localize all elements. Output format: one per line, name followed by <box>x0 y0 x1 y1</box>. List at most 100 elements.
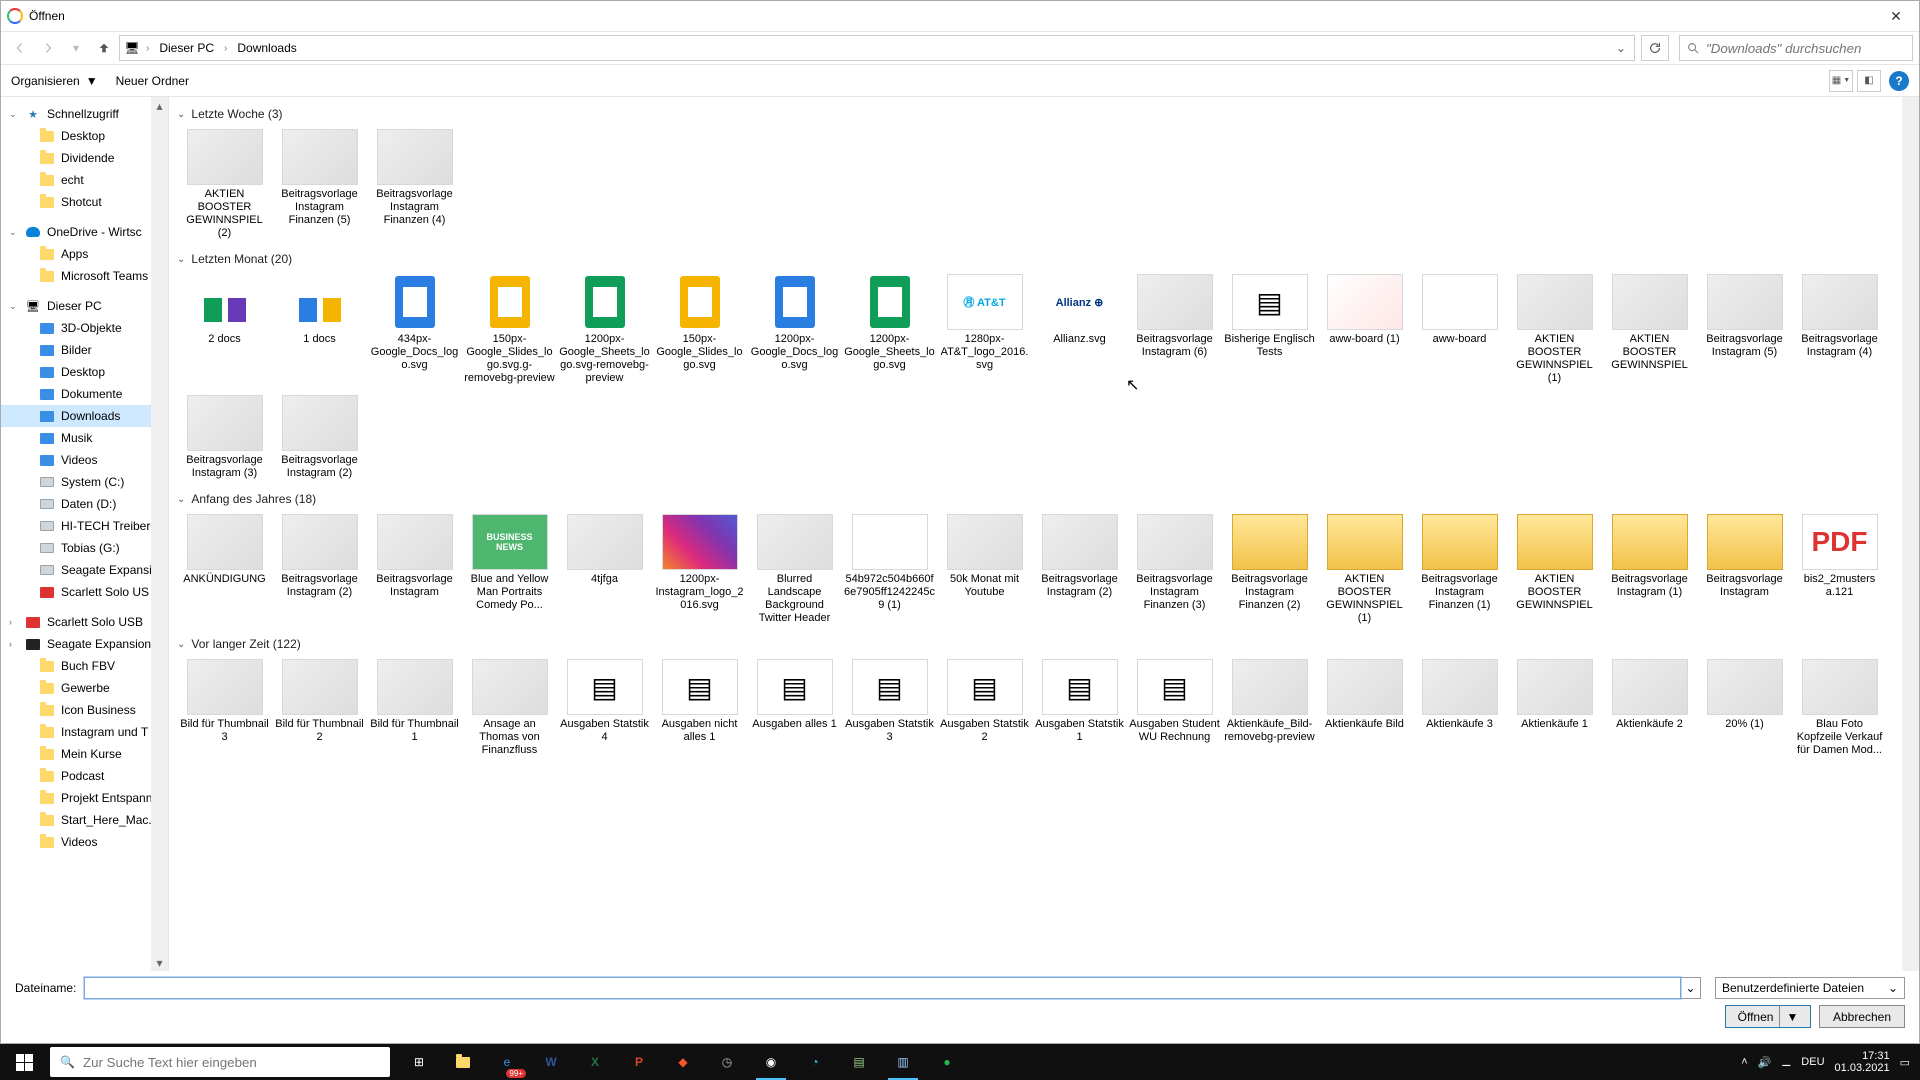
word-icon[interactable]: W <box>530 1044 572 1080</box>
sidebar-item[interactable]: Bilder <box>1 339 168 361</box>
breadcrumb-dropdown[interactable]: ⌄ <box>1608 41 1634 55</box>
edge-legacy-icon[interactable]: e99+ <box>486 1044 528 1080</box>
sidebar-item[interactable]: ›Seagate Expansion <box>1 633 168 655</box>
language-indicator[interactable]: DEU <box>1801 1056 1824 1068</box>
explorer-icon[interactable] <box>442 1044 484 1080</box>
file-item[interactable]: AKTIEN BOOSTER GEWINNSPIEL <box>1507 510 1602 631</box>
sidebar-item[interactable]: Podcast <box>1 765 168 787</box>
sidebar-item[interactable]: Daten (D:) <box>1 493 168 515</box>
file-item[interactable]: PDFbis2_2musters a.121 <box>1792 510 1887 631</box>
file-item[interactable]: ▤Ausgaben Statstik 1 <box>1032 655 1127 763</box>
file-item[interactable]: AKTIEN BOOSTER GEWINNSPIEL (2) <box>177 125 272 246</box>
up-button[interactable] <box>91 35 117 61</box>
file-item[interactable]: Allianz ⊕Allianz.svg <box>1032 270 1127 391</box>
file-item[interactable]: Beitragsvorlage Instagram Finanzen (3) <box>1127 510 1222 631</box>
file-item[interactable]: Beitragsvorlage Instagram (3) <box>177 391 272 486</box>
notifications-icon[interactable]: ▭ <box>1900 1056 1910 1069</box>
content-scrollbar[interactable] <box>1902 97 1919 971</box>
file-item[interactable]: Ansage an Thomas von Finanzfluss <box>462 655 557 763</box>
file-item[interactable]: Beitragsvorlage Instagram <box>367 510 462 631</box>
sidebar-item[interactable]: Buch FBV <box>1 655 168 677</box>
sidebar-item[interactable]: Musik <box>1 427 168 449</box>
sidebar-item[interactable]: System (C:) <box>1 471 168 493</box>
taskbar-search-input[interactable] <box>83 1055 380 1070</box>
file-item[interactable]: AKTIEN BOOSTER GEWINNSPIEL (1) <box>1317 510 1412 631</box>
file-item[interactable]: 1200px-Google_Docs_logo.svg <box>747 270 842 391</box>
file-item[interactable]: Beitragsvorlage Instagram (2) <box>272 391 367 486</box>
file-item[interactable]: Aktienkäufe Bild <box>1317 655 1412 763</box>
sidebar-item[interactable]: Projekt Entspann <box>1 787 168 809</box>
sidebar-item[interactable]: Scarlett Solo US <box>1 581 168 603</box>
file-item[interactable]: ▤Ausgaben Statstik 4 <box>557 655 652 763</box>
file-item[interactable]: Bild für Thumbnail 3 <box>177 655 272 763</box>
task-view-icon[interactable]: ⊞ <box>398 1044 440 1080</box>
crumb-downloads[interactable]: Downloads <box>233 41 300 55</box>
file-item[interactable]: AKTIEN BOOSTER GEWINNSPIEL <box>1602 270 1697 391</box>
sidebar-item[interactable]: Icon Business <box>1 699 168 721</box>
file-item[interactable]: aww-board <box>1412 270 1507 391</box>
group-header[interactable]: ⌄Letzten Monat (20) <box>177 252 1909 266</box>
file-item[interactable]: BUSINESSNEWSBlue and Yellow Man Portrait… <box>462 510 557 631</box>
sidebar-item[interactable]: echt <box>1 169 168 191</box>
file-item[interactable]: ANKÜNDIGUNG <box>177 510 272 631</box>
sidebar-item[interactable]: Desktop <box>1 125 168 147</box>
file-item[interactable]: 434px-Google_Docs_logo.svg <box>367 270 462 391</box>
sidebar-item[interactable]: Videos <box>1 449 168 471</box>
start-button[interactable] <box>0 1044 48 1080</box>
forward-button[interactable] <box>35 35 61 61</box>
sidebar-item[interactable]: Dokumente <box>1 383 168 405</box>
file-item[interactable]: ▤Ausgaben Statstik 3 <box>842 655 937 763</box>
sidebar-item[interactable]: 3D-Objekte <box>1 317 168 339</box>
file-item[interactable]: ㊊ AT&T1280px-AT&T_logo_2016.svg <box>937 270 1032 391</box>
file-item[interactable]: ▤Ausgaben Statstik 2 <box>937 655 1032 763</box>
filename-dropdown[interactable]: ⌄ <box>1681 977 1701 999</box>
open-button[interactable]: Öffnen ▼ <box>1725 1005 1811 1028</box>
tray-expand-icon[interactable]: ˄ <box>1741 1056 1747 1068</box>
file-item[interactable]: Beitragsvorlage Instagram (2) <box>272 510 367 631</box>
wifi-icon[interactable]: ⚊ <box>1781 1056 1791 1069</box>
file-item[interactable]: Beitragsvorlage Instagram Finanzen (2) <box>1222 510 1317 631</box>
breadcrumb[interactable]: 🖥 › Dieser PC › Downloads ⌄ <box>119 35 1635 61</box>
preview-pane-button[interactable]: ◧ <box>1857 70 1881 92</box>
sidebar-item[interactable]: Microsoft Teams <box>1 265 168 287</box>
file-item[interactable]: Beitragsvorlage Instagram (5) <box>1697 270 1792 391</box>
sidebar-item[interactable]: Shotcut <box>1 191 168 213</box>
file-item[interactable]: 1 docs <box>272 270 367 391</box>
group-header[interactable]: ⌄Anfang des Jahres (18) <box>177 492 1909 506</box>
search-input[interactable] <box>1706 41 1912 56</box>
sidebar-item[interactable]: ›Scarlett Solo USB <box>1 611 168 633</box>
open-split-dropdown[interactable]: ▼ <box>1779 1006 1798 1027</box>
sidebar-item[interactable]: HI-TECH Treiber <box>1 515 168 537</box>
sidebar-item[interactable]: Start_Here_Mac. <box>1 809 168 831</box>
file-item[interactable]: 20% (1) <box>1697 655 1792 763</box>
group-header[interactable]: ⌄Letzte Woche (3) <box>177 107 1909 121</box>
file-item[interactable]: Aktienkäufe 3 <box>1412 655 1507 763</box>
filename-input[interactable] <box>84 977 1681 999</box>
sidebar-onedrive[interactable]: ⌄ OneDrive - Wirtsc <box>1 221 168 243</box>
sidebar-item[interactable]: Seagate Expansi <box>1 559 168 581</box>
search-box[interactable] <box>1679 35 1913 61</box>
sidebar-item[interactable]: Mein Kurse <box>1 743 168 765</box>
file-item[interactable]: Beitragsvorlage Instagram (6) <box>1127 270 1222 391</box>
sidebar-item[interactable]: Desktop <box>1 361 168 383</box>
chrome-icon[interactable]: ◉ <box>750 1044 792 1080</box>
file-item[interactable]: Beitragsvorlage Instagram (1) <box>1602 510 1697 631</box>
sidebar-this-pc[interactable]: ⌄🖥 Dieser PC <box>1 295 168 317</box>
file-item[interactable]: AKTIEN BOOSTER GEWINNSPIEL (1) <box>1507 270 1602 391</box>
sidebar-item[interactable]: Tobias (G:) <box>1 537 168 559</box>
file-item[interactable]: Beitragsvorlage Instagram (2) <box>1032 510 1127 631</box>
close-button[interactable]: ✕ <box>1873 1 1919 31</box>
file-item[interactable]: ▤Ausgaben alles 1 <box>747 655 842 763</box>
help-button[interactable]: ? <box>1889 71 1909 91</box>
file-item[interactable]: Bild für Thumbnail 1 <box>367 655 462 763</box>
sidebar-scrollbar[interactable]: ▴▾ <box>151 97 168 971</box>
notepad-icon[interactable]: ▥ <box>882 1044 924 1080</box>
new-folder-button[interactable]: Neuer Ordner <box>116 74 189 88</box>
file-item[interactable]: Beitragsvorlage Instagram <box>1697 510 1792 631</box>
recent-dropdown[interactable]: ▾ <box>63 35 89 61</box>
powerpoint-icon[interactable]: P <box>618 1044 660 1080</box>
organize-menu[interactable]: Organisieren▼ <box>11 74 98 88</box>
file-item[interactable]: 50k Monat mit Youtube <box>937 510 1032 631</box>
sidebar-item[interactable]: Instagram und T <box>1 721 168 743</box>
file-item[interactable]: 1200px-Google_Sheets_logo.svg <box>842 270 937 391</box>
